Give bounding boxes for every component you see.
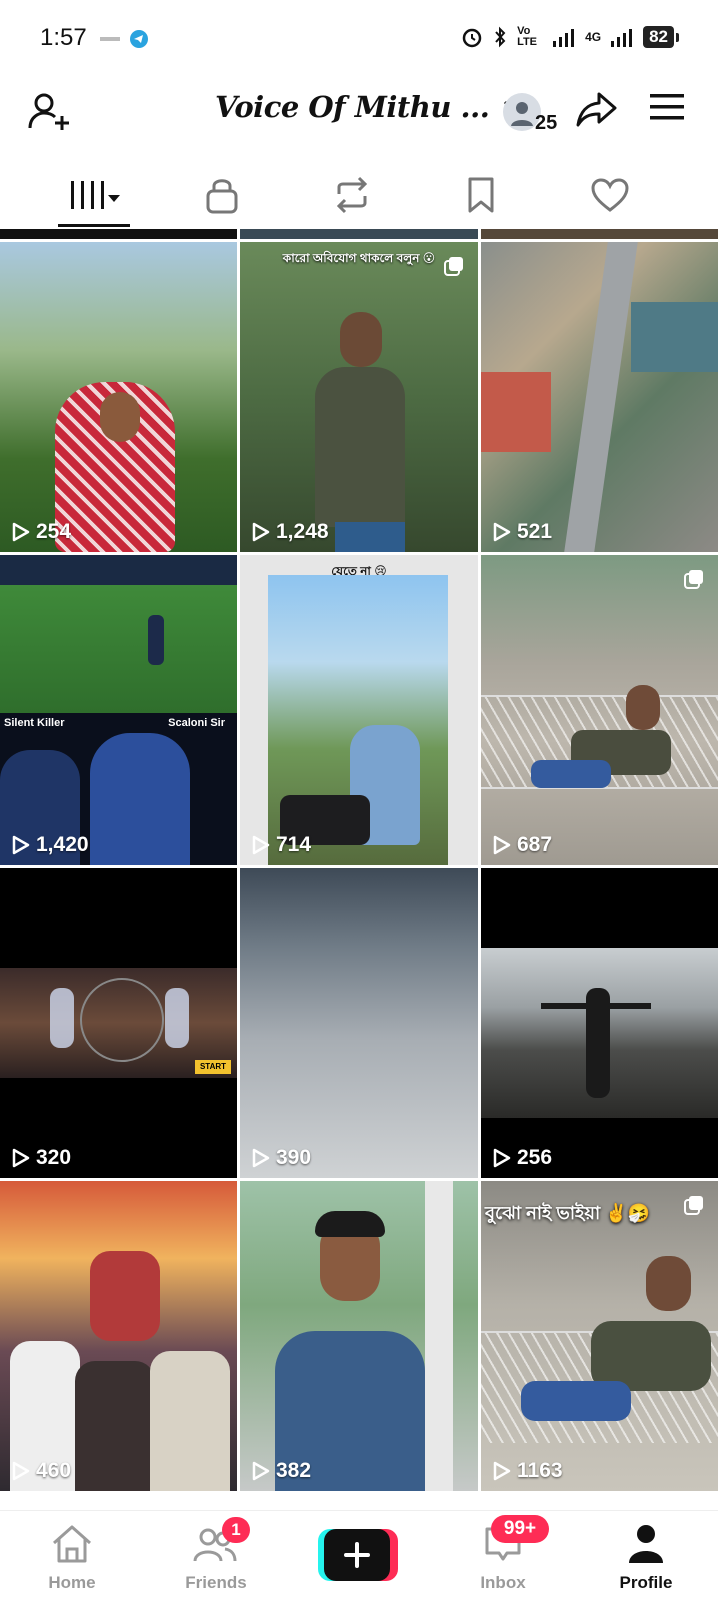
tab-liked[interactable] [570,170,650,220]
play-icon [12,1148,30,1168]
nav-label: Home [48,1573,96,1592]
game-start-button: START [195,1060,231,1074]
nav-inbox[interactable]: 99+ Inbox [443,1511,563,1601]
grid-filter-icon [71,181,120,209]
view-count: 254 [36,520,72,543]
video-thumbnail[interactable] [0,229,237,239]
video-thumbnail[interactable] [481,229,718,239]
profile-icon [629,1525,663,1563]
video-caption: কারো অবিযোগ থাকলে বলুন 😮 [282,251,436,265]
view-count: 687 [517,833,553,856]
video-overlay-text: Silent Killer [4,717,65,729]
nav-label: Inbox [480,1573,526,1592]
video-thumbnail[interactable]: 390 [240,868,478,1178]
tab-reposts[interactable] [312,170,392,220]
tab-videos[interactable] [55,170,135,220]
share-icon[interactable] [575,90,619,130]
play-icon [252,522,270,542]
view-count: 521 [517,520,553,543]
view-count: 1,420 [36,833,89,856]
alarm-icon [462,28,482,48]
clock: 1:57 [40,24,87,51]
profile-name: Voice Of Mithu ... [215,90,490,124]
view-count: 1,248 [276,520,329,543]
heart-icon [591,178,629,212]
followers-avatar[interactable]: 25 [502,88,558,138]
nav-label: Profile [619,1573,673,1592]
bookmark-icon [468,177,494,213]
view-count: 256 [517,1146,553,1169]
signal-icon-2 [611,29,633,47]
telegram-icon [130,30,148,48]
plus-icon [344,1542,370,1568]
network-type: 4G [585,30,602,44]
view-count: 382 [276,1459,312,1482]
play-icon [252,1148,270,1168]
play-icon [493,1148,511,1168]
video-thumbnail[interactable]: 521 [481,242,718,552]
lock-icon [206,179,238,214]
video-grid: 254 কারো অবিযোগ থাকলে বলুন 😮 1,248 521 S… [0,229,718,1510]
add-user-icon[interactable] [26,88,74,136]
home-icon [53,1525,91,1563]
play-icon [12,522,30,542]
play-icon [252,835,270,855]
video-thumbnail[interactable]: 382 [240,1181,478,1491]
video-thumbnail[interactable]: START 320 [0,868,237,1178]
view-count: 460 [36,1459,72,1482]
video-thumbnail[interactable]: 254 [0,242,237,552]
photo-carousel-icon [684,570,703,589]
video-thumbnail[interactable]: যেতে না 😢 714 [240,555,478,865]
tab-favorites[interactable] [441,170,521,220]
repost-icon [336,176,368,214]
video-thumbnail[interactable]: বুঝো নাই ভাইয়া ✌️🤧 1163 [481,1181,718,1491]
follower-count: 25 [535,112,558,134]
bottom-navigation: Home 1 Friends 99+ Inbox Profile [0,1510,718,1601]
photo-carousel-icon [444,257,463,276]
status-bar: 1:57 Vo LTE 4G 82 [0,0,718,80]
video-overlay-text: Scaloni Sir [168,717,225,729]
video-thumbnail[interactable]: 687 [481,555,718,865]
play-icon [493,522,511,542]
battery-indicator: 82 [643,26,679,48]
volte-indicator: Vo LTE [517,25,538,48]
create-button[interactable] [318,1529,398,1581]
view-count: 320 [36,1146,72,1169]
view-count: 390 [276,1146,312,1169]
profile-header: Voice Of Mithu ... 25 [0,80,718,160]
photo-carousel-icon [684,1196,703,1215]
video-thumbnail[interactable]: কারো অবিযোগ থাকলে বলুন 😮 1,248 [240,242,478,552]
menu-icon[interactable] [650,92,686,124]
bluetooth-icon [495,26,506,48]
play-icon [252,1461,270,1481]
play-icon [12,835,30,855]
play-icon [493,835,511,855]
video-thumbnail[interactable] [240,229,478,239]
video-thumbnail[interactable]: 460 [0,1181,237,1491]
nav-home[interactable]: Home [12,1511,132,1601]
nav-friends[interactable]: 1 Friends [156,1511,276,1601]
profile-tabs [0,160,718,230]
video-thumbnail[interactable]: Silent Killer Scaloni Sir 1,420 [0,555,237,865]
play-icon [12,1461,30,1481]
view-count: 714 [276,833,312,856]
signal-icon [553,29,575,47]
inbox-badge: 99+ [491,1515,549,1543]
notification-icon [100,37,120,41]
video-thumbnail[interactable]: 256 [481,868,718,1178]
video-caption: বুঝো নাই ভাইয়া ✌️🤧 [485,1203,651,1223]
active-tab-indicator [58,224,130,227]
play-icon [493,1461,511,1481]
nav-label: Friends [185,1573,247,1592]
tab-private[interactable] [182,170,262,220]
nav-profile[interactable]: Profile [586,1511,706,1601]
friends-badge: 1 [222,1517,250,1543]
view-count: 1163 [517,1459,563,1482]
account-switcher[interactable]: Voice Of Mithu ... [215,90,525,124]
